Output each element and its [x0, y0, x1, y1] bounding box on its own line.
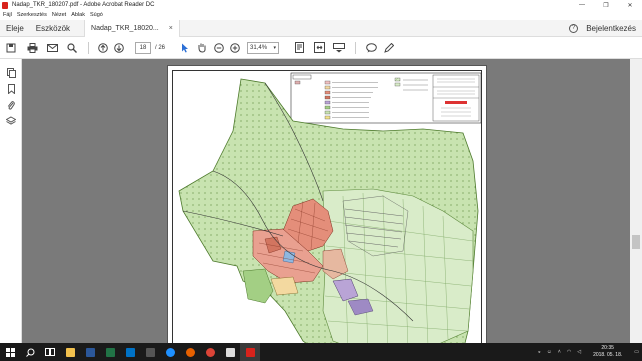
- home-tab[interactable]: Eleje: [6, 24, 24, 33]
- task-view-icon[interactable]: [40, 343, 60, 361]
- volume-icon[interactable]: ◁: [577, 349, 581, 355]
- menu-window[interactable]: Ablak: [71, 12, 85, 18]
- firefox-icon[interactable]: [180, 343, 200, 361]
- attachments-icon[interactable]: [0, 97, 22, 113]
- fit-page-icon[interactable]: [289, 41, 309, 55]
- edge-icon[interactable]: [160, 343, 180, 361]
- teams-icon[interactable]: [140, 343, 160, 361]
- document-viewer[interactable]: [22, 59, 630, 343]
- map-frame: [172, 70, 482, 343]
- tools-tab[interactable]: Eszközök: [36, 24, 70, 33]
- hand-tool-icon[interactable]: [193, 41, 211, 55]
- zoom-out-icon[interactable]: [211, 41, 227, 55]
- network-icon[interactable]: ◒: [538, 349, 541, 355]
- chevron-down-icon: ▾: [273, 44, 277, 51]
- notifications-icon[interactable]: ▭: [634, 349, 639, 355]
- windows-start-icon[interactable]: [0, 343, 20, 361]
- comment-icon[interactable]: [362, 41, 380, 55]
- close-button[interactable]: ✕: [618, 0, 642, 10]
- menu-edit[interactable]: Szerkesztés: [17, 12, 47, 18]
- minimize-button[interactable]: —: [570, 0, 594, 10]
- bookmarks-icon[interactable]: [0, 81, 22, 97]
- menu-file[interactable]: Fájl: [3, 12, 12, 18]
- menu-view[interactable]: Nézet: [52, 12, 66, 18]
- people-icon[interactable]: ☺: [547, 349, 552, 355]
- acrobat-app-icon: [2, 1, 8, 9]
- clock[interactable]: 20:35 2018. 05. 18.: [590, 345, 625, 359]
- chevron-up-icon[interactable]: ˄: [558, 349, 561, 355]
- wifi-icon[interactable]: ◠: [567, 349, 571, 355]
- search-icon[interactable]: [20, 343, 40, 361]
- close-tab-icon[interactable]: ×: [169, 25, 173, 32]
- document-tab[interactable]: Nadap_TKR_18020... ×: [84, 19, 180, 37]
- window-title: Nadap_TKR_180207.pdf - Adobe Acrobat Rea…: [12, 2, 155, 8]
- window-controls: — ❐ ✕: [570, 0, 642, 10]
- toolbar-divider: [355, 41, 357, 54]
- clock-date: 2018. 05. 18.: [593, 352, 623, 358]
- zoom-level-select[interactable]: 31,4% ▾: [247, 41, 280, 54]
- system-tray: ◒ ☺ ˄ ◠ ◁ 20:35 2018. 05. 18. ▭: [535, 343, 642, 361]
- save-icon[interactable]: [0, 41, 22, 55]
- layers-icon[interactable]: [0, 113, 22, 129]
- select-arrow-icon[interactable]: [177, 41, 193, 55]
- prev-page-icon[interactable]: [95, 41, 111, 55]
- document-tab-label: Nadap_TKR_18020...: [91, 24, 159, 32]
- chrome-icon[interactable]: [200, 343, 220, 361]
- title-bar: Nadap_TKR_180207.pdf - Adobe Acrobat Rea…: [0, 0, 642, 10]
- scrollbar-thumb[interactable]: [632, 235, 640, 249]
- excel-icon[interactable]: [100, 343, 120, 361]
- zoom-level-value: 31,4%: [250, 44, 268, 51]
- zoom-in-icon[interactable]: [227, 41, 243, 55]
- next-page-icon[interactable]: [111, 41, 127, 55]
- scrolling-mode-icon[interactable]: [329, 41, 349, 55]
- paint-icon[interactable]: [220, 343, 240, 361]
- pdf-page: [167, 65, 487, 343]
- menu-help[interactable]: Súgó: [90, 12, 103, 18]
- word-icon[interactable]: [80, 343, 100, 361]
- maximize-button[interactable]: ❐: [594, 0, 618, 10]
- acrobat-taskbar-icon[interactable]: [240, 343, 260, 361]
- toolbar: 18 / 26 31,4% ▾: [0, 37, 642, 59]
- search-icon[interactable]: [62, 41, 82, 55]
- page-number-input[interactable]: 18: [135, 41, 151, 54]
- fit-width-icon[interactable]: [309, 41, 329, 55]
- signin-button[interactable]: Bejelentkezés: [586, 24, 636, 33]
- highlight-pen-icon[interactable]: [380, 41, 398, 55]
- file-explorer-icon[interactable]: [60, 343, 80, 361]
- vertical-scrollbar[interactable]: [630, 59, 642, 343]
- nav-row: Eleje Eszközök Nadap_TKR_18020... × ? Be…: [0, 19, 642, 37]
- menu-bar: Fájl Szerkesztés Nézet Ablak Súgó: [0, 10, 642, 20]
- page-total: / 26: [155, 44, 166, 51]
- outlook-icon[interactable]: [120, 343, 140, 361]
- toolbar-divider: [88, 41, 89, 54]
- cadastral-map-image: [178, 72, 482, 343]
- print-icon[interactable]: [22, 41, 42, 55]
- clock-time: 20:35: [601, 345, 614, 351]
- help-icon[interactable]: ?: [569, 23, 579, 33]
- page-thumbnails-icon[interactable]: [0, 65, 22, 81]
- left-navigation-panel: [0, 59, 22, 343]
- windows-taskbar: ◒ ☺ ˄ ◠ ◁ 20:35 2018. 05. 18. ▭: [0, 343, 642, 361]
- email-icon[interactable]: [42, 41, 62, 55]
